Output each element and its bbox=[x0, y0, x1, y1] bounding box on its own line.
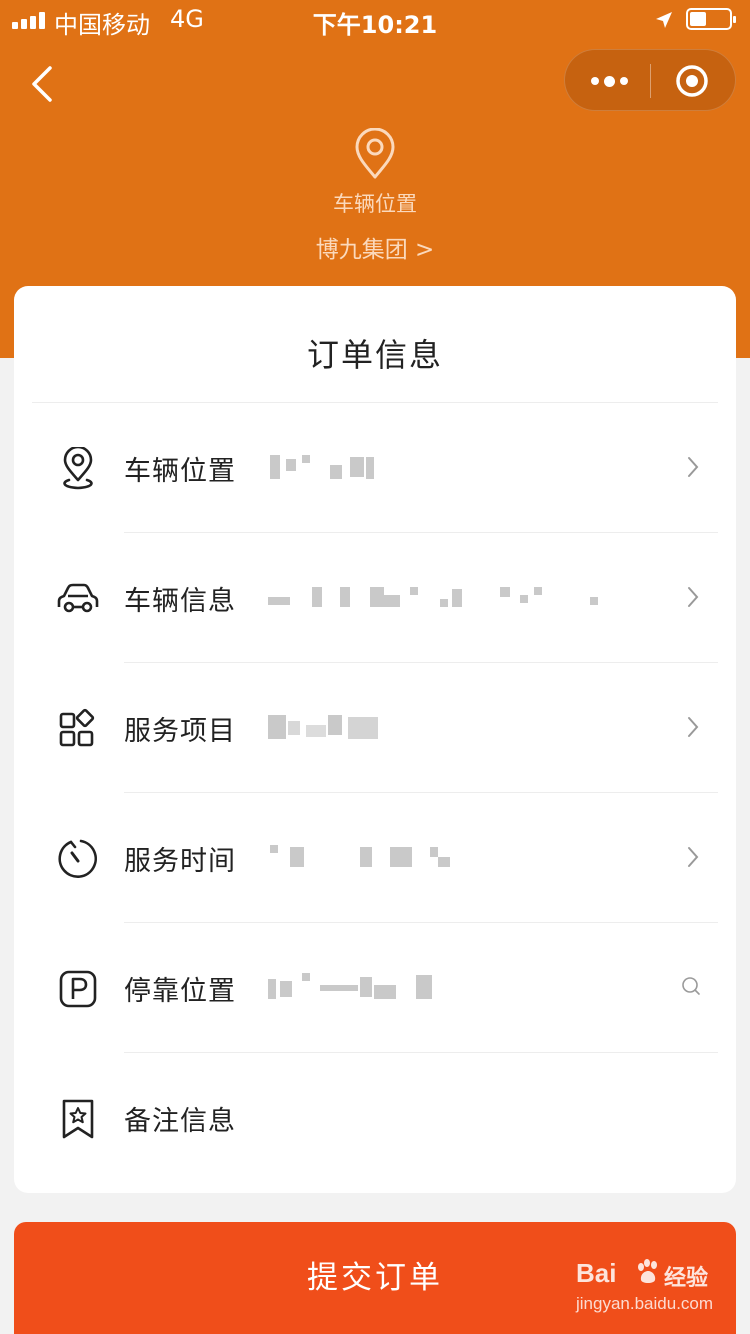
status-time: 下午10:21 bbox=[312, 11, 438, 39]
row-vehicle-location[interactable]: 车辆位置 bbox=[14, 403, 736, 533]
service-items-value-redacted bbox=[266, 713, 596, 741]
row-label: 服务项目 bbox=[124, 716, 236, 747]
header-location-label: 车辆位置 bbox=[333, 192, 417, 216]
stopwatch-icon bbox=[58, 839, 97, 878]
search-icon[interactable] bbox=[680, 975, 702, 997]
chevron-right-icon bbox=[688, 457, 699, 477]
chevron-right-icon bbox=[688, 717, 699, 737]
more-dots-icon[interactable] bbox=[585, 64, 633, 98]
row-label: 车辆信息 bbox=[124, 586, 236, 617]
target-circle-icon[interactable] bbox=[673, 62, 711, 100]
mini-program-capsule bbox=[564, 49, 736, 111]
card-title: 订单信息 bbox=[306, 336, 443, 374]
bookmark-star-icon bbox=[62, 1099, 94, 1139]
order-info-card: 订单信息 车辆位置 车辆信息 服务项目 服务时间 停靠位置 备注信息 bbox=[14, 286, 736, 1193]
grid-apps-icon bbox=[59, 708, 95, 747]
row-label: 服务时间 bbox=[124, 846, 236, 877]
row-parking-location[interactable]: 停靠位置 bbox=[14, 923, 736, 1053]
back-button[interactable] bbox=[22, 62, 66, 106]
chevron-right-icon bbox=[688, 847, 699, 867]
row-label: 车辆位置 bbox=[124, 456, 236, 487]
row-label: 停靠位置 bbox=[124, 976, 236, 1007]
company-link[interactable]: 博九集团 > bbox=[0, 230, 750, 264]
row-service-items[interactable]: 服务项目 bbox=[14, 663, 736, 793]
row-service-time[interactable]: 服务时间 bbox=[14, 793, 736, 923]
battery-icon bbox=[686, 8, 736, 30]
capsule-divider bbox=[650, 64, 651, 98]
service-time-value-redacted bbox=[266, 843, 596, 871]
row-label: 备注信息 bbox=[124, 1106, 236, 1137]
parking-icon bbox=[59, 970, 97, 1008]
chevron-right-icon bbox=[688, 587, 699, 607]
vehicle-info-value-redacted bbox=[266, 583, 598, 611]
location-pin-icon bbox=[355, 128, 395, 179]
location-arrow-icon bbox=[656, 12, 672, 28]
submit-order-button[interactable]: 提交订单 bbox=[14, 1222, 736, 1334]
status-bar: 中国移动 4G 下午10:21 bbox=[0, 0, 750, 40]
location-pin-icon bbox=[63, 447, 93, 490]
vehicle-location-value-redacted bbox=[266, 453, 596, 481]
row-vehicle-info[interactable]: 车辆信息 bbox=[14, 533, 736, 663]
row-remarks[interactable]: 备注信息 bbox=[14, 1053, 736, 1183]
car-icon bbox=[57, 583, 99, 613]
parking-location-value-redacted bbox=[266, 973, 596, 1001]
